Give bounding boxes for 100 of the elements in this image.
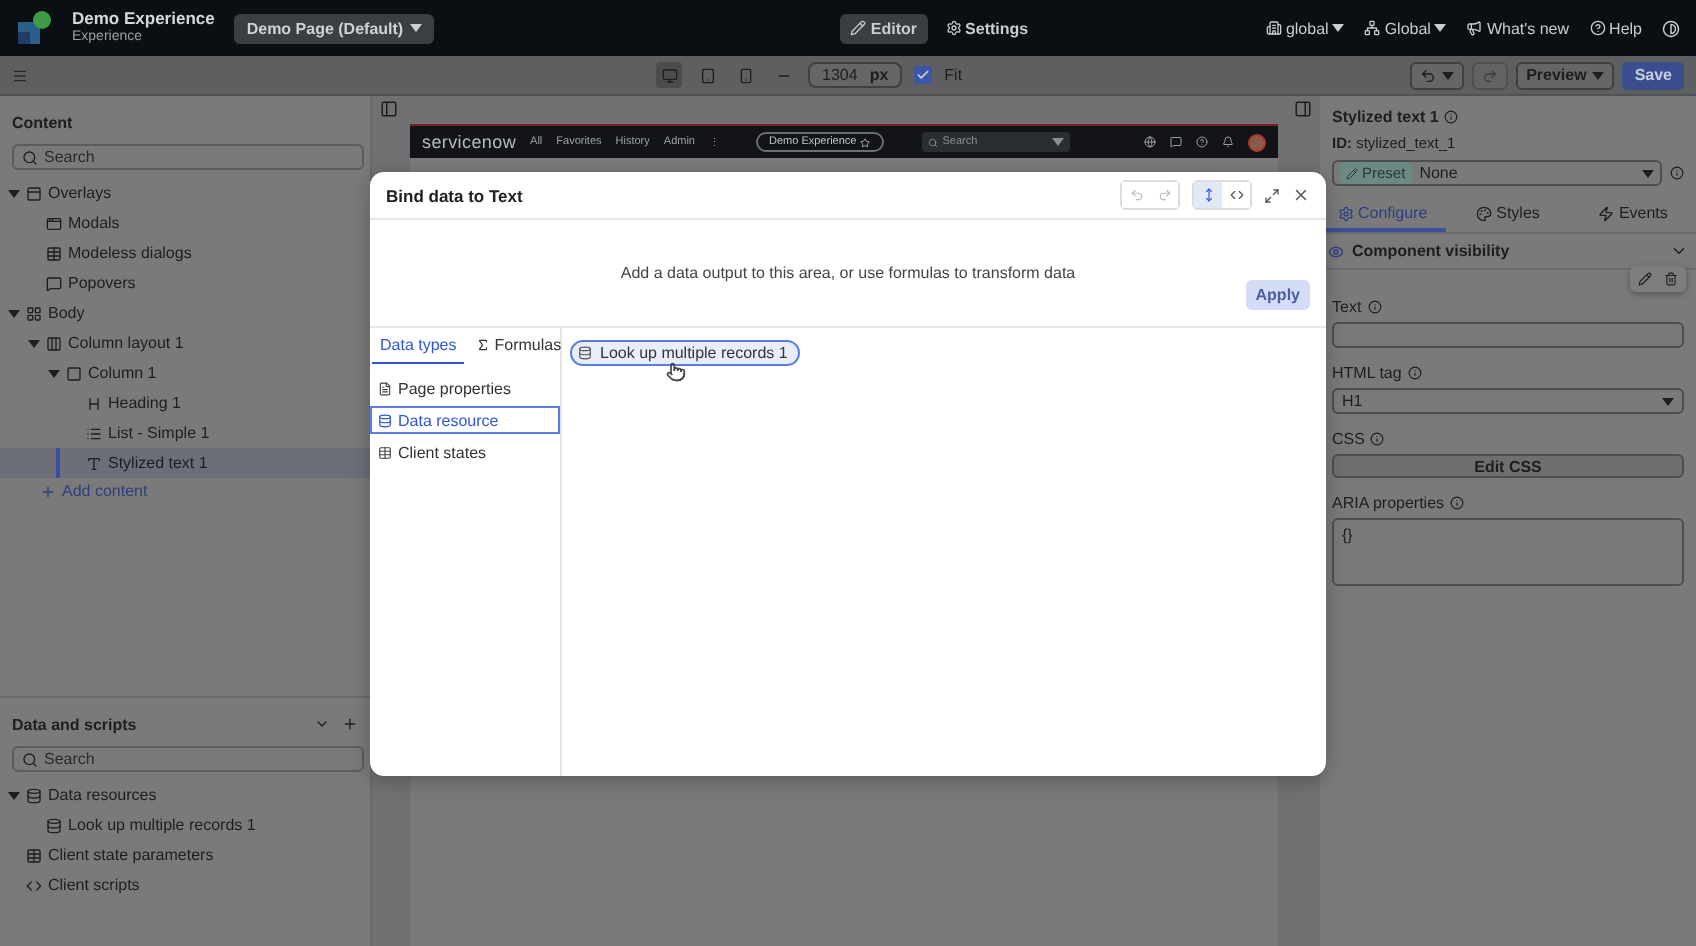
undo-button[interactable] [1410, 61, 1465, 89]
component-title: Stylized text 1 [1332, 108, 1439, 126]
contrast-icon[interactable] [1662, 19, 1680, 37]
fit-label: Fit [944, 66, 963, 84]
data-pill[interactable]: Look up multiple records 1 [570, 340, 800, 366]
tree-item[interactable]: Stylized text 1 [0, 448, 370, 478]
mode-tab[interactable]: Settings [935, 13, 1039, 43]
search-field[interactable]: Search [12, 144, 364, 170]
chevron-icon[interactable] [314, 716, 330, 732]
plus-icon[interactable] [342, 716, 358, 732]
text-area[interactable]: {} [1332, 518, 1684, 586]
info-icon [1370, 432, 1385, 446]
close-button[interactable] [1292, 186, 1310, 204]
tree-item[interactable]: Popovers [0, 268, 370, 298]
page-dropdown[interactable]: Demo Page (Default) [234, 13, 434, 43]
undo-icon [1420, 67, 1437, 83]
help-icon [1196, 136, 1208, 148]
settings-icon [945, 20, 962, 36]
heading-icon [86, 395, 102, 411]
panel-toggle-icon[interactable] [380, 100, 398, 118]
tree-item[interactable]: Column layout 1 [0, 328, 370, 358]
dialog-tab[interactable]: Data types [372, 328, 465, 364]
lightning-icon [1598, 205, 1615, 221]
app-title: Demo Experience [72, 8, 215, 28]
select-field[interactable]: H1 [1332, 388, 1684, 414]
sigma-icon [476, 338, 491, 352]
database-icon [46, 817, 62, 833]
caret-icon [1434, 24, 1447, 32]
header-link[interactable]: What's new [1466, 19, 1570, 37]
mode-tab[interactable]: Editor [840, 13, 928, 43]
tree-item[interactable]: List - Simple 1 [0, 418, 370, 448]
caret-icon[interactable] [8, 307, 20, 319]
settings-icon [1337, 205, 1354, 221]
caret-icon[interactable] [8, 187, 20, 199]
trash-icon[interactable] [1664, 272, 1678, 286]
tablet-icon [699, 67, 716, 83]
edit-css-button[interactable]: Edit CSS [1332, 454, 1684, 478]
pencil-icon [850, 20, 867, 36]
preview-button[interactable]: Preview [1516, 61, 1615, 89]
help-icon [1589, 20, 1606, 36]
scope-dropdown[interactable]: global [1265, 19, 1345, 37]
site-logo: servicenow [422, 132, 517, 152]
star-icon [860, 137, 871, 147]
menu-icon [12, 67, 28, 83]
section-title: Component visibility [1352, 242, 1512, 260]
tree-item[interactable]: Heading 1 [0, 388, 370, 418]
caret-icon[interactable] [48, 367, 60, 379]
database-icon [378, 413, 392, 427]
panel-toggle-icon[interactable] [1294, 100, 1312, 118]
caret-icon [1642, 169, 1654, 177]
code-icon [26, 877, 42, 893]
logo-icon [16, 10, 52, 46]
tree-item[interactable]: Body [0, 298, 370, 328]
field-label: CSS [1332, 430, 1365, 448]
inspector-tab[interactable]: Styles [1445, 198, 1571, 232]
tree-item[interactable]: Overlays [0, 178, 370, 208]
text-field[interactable] [1332, 322, 1684, 348]
network-icon [1364, 20, 1381, 36]
megaphone-icon [1466, 20, 1483, 36]
tree-item[interactable]: Look up multiple records 1 [0, 810, 370, 840]
info-icon [1444, 110, 1459, 124]
caret-icon [1332, 24, 1345, 32]
tree-item[interactable]: Modals [0, 208, 370, 238]
code-icon [1229, 188, 1243, 202]
data-type-item[interactable]: Page properties [370, 374, 560, 402]
info-icon [1670, 166, 1684, 180]
width-field[interactable]: 1304 px [808, 62, 903, 88]
monitor-icon [661, 67, 678, 83]
avatar[interactable] [1248, 133, 1266, 151]
search-field[interactable]: Search [12, 746, 364, 772]
pencil-icon[interactable] [1638, 272, 1652, 286]
view-toggle[interactable] [1194, 182, 1222, 208]
data-type-item[interactable]: Data resource [370, 406, 560, 434]
tree-item[interactable]: Column 1 [0, 358, 370, 388]
add-content-link[interactable]: Add content [0, 478, 370, 500]
scope-dropdown[interactable]: Global [1364, 19, 1447, 37]
caret-icon [1662, 397, 1674, 405]
chevron-icon[interactable] [1670, 242, 1688, 260]
table-icon [46, 245, 62, 261]
tree-item[interactable]: Modeless dialogs [0, 238, 370, 268]
save-button[interactable]: Save [1622, 61, 1684, 89]
window-icon [26, 185, 42, 201]
fit-checkbox[interactable] [914, 66, 933, 84]
tree-item[interactable]: Client state parameters [0, 840, 370, 870]
window-icon [46, 215, 62, 231]
caret-icon[interactable] [8, 789, 20, 801]
search-icon [928, 137, 939, 147]
dialog-tab[interactable]: Formulas [468, 328, 570, 364]
device-button[interactable] [656, 62, 683, 88]
tree-item[interactable]: Client scripts [0, 870, 370, 900]
caret-icon[interactable] [28, 337, 40, 349]
dialog-title: Bind data to Text [386, 185, 525, 205]
header-link[interactable]: Help [1589, 19, 1642, 37]
palette-icon [1476, 205, 1493, 221]
data-type-item[interactable]: Client states [370, 438, 560, 466]
table-icon [378, 445, 392, 459]
expand-button[interactable] [1264, 187, 1280, 203]
inspector-tab[interactable]: Events [1570, 198, 1696, 232]
tree-item[interactable]: Data resources [0, 780, 370, 810]
panel-title: Data and scripts [12, 715, 137, 733]
